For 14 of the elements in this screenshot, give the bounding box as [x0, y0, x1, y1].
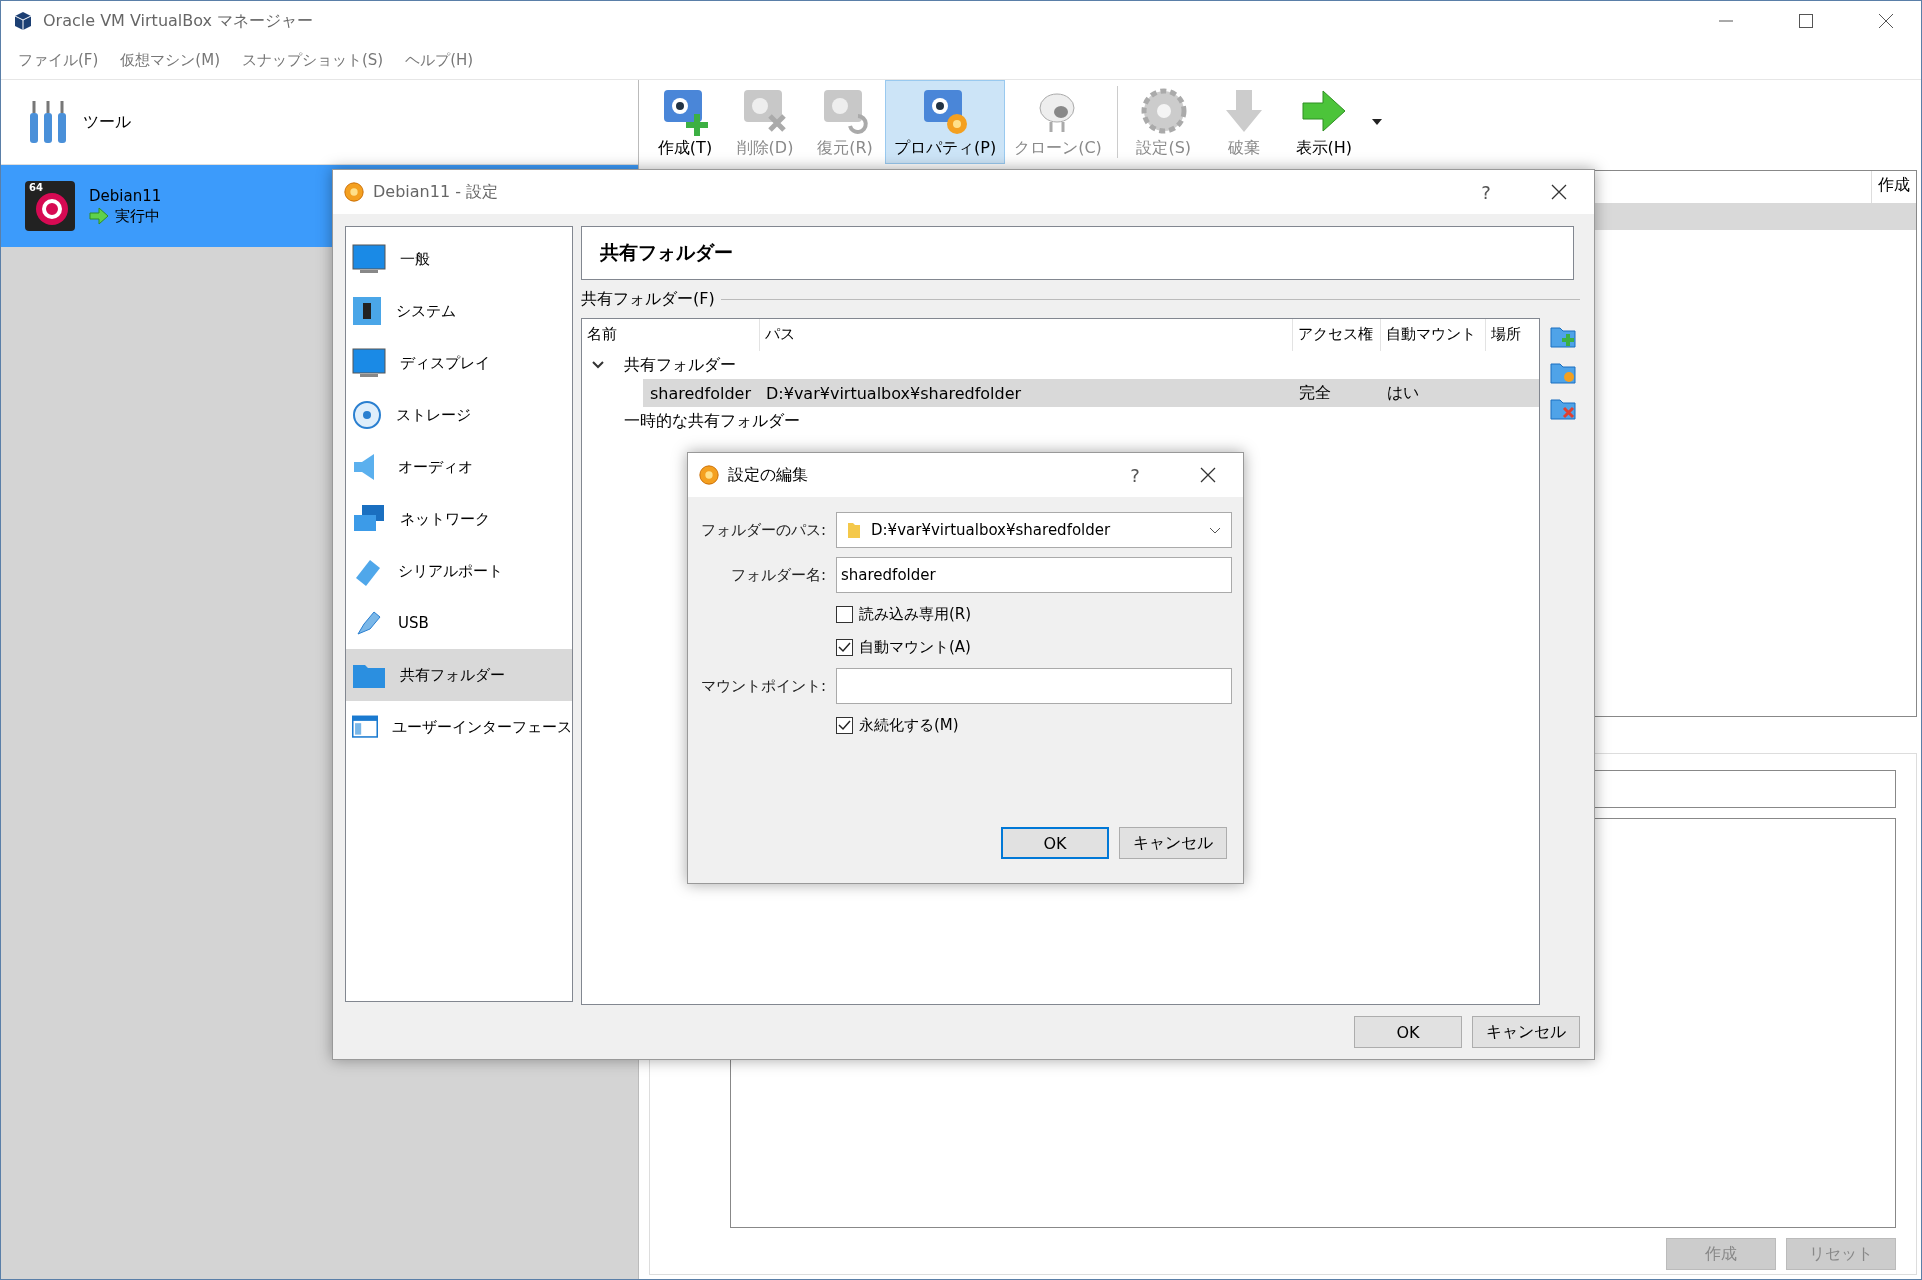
vm-name: Debian11 [89, 186, 162, 205]
table-cell-text: D:¥var¥virtualbox¥sharedfolder [765, 383, 1023, 403]
table-cell-text: はい [1386, 382, 1420, 404]
vm-status: 実行中 [115, 206, 160, 226]
group-label: 共有フォルダー(F) [581, 288, 715, 310]
table-cell-text: sharedfolder [649, 383, 752, 403]
arch-badge: 64 [28, 182, 44, 193]
field-label: マウントポイント: [700, 676, 826, 696]
table-cell-text: 完全 [1298, 382, 1332, 404]
dialog-title: 設定の編集 [728, 464, 809, 486]
field-label: フォルダー名: [730, 565, 826, 585]
dialog-title: Debian11 - 設定 [373, 181, 499, 203]
field-label: フォルダーのパス: [700, 520, 826, 540]
window-title: Oracle VM VirtualBox マネージャー [43, 10, 315, 32]
